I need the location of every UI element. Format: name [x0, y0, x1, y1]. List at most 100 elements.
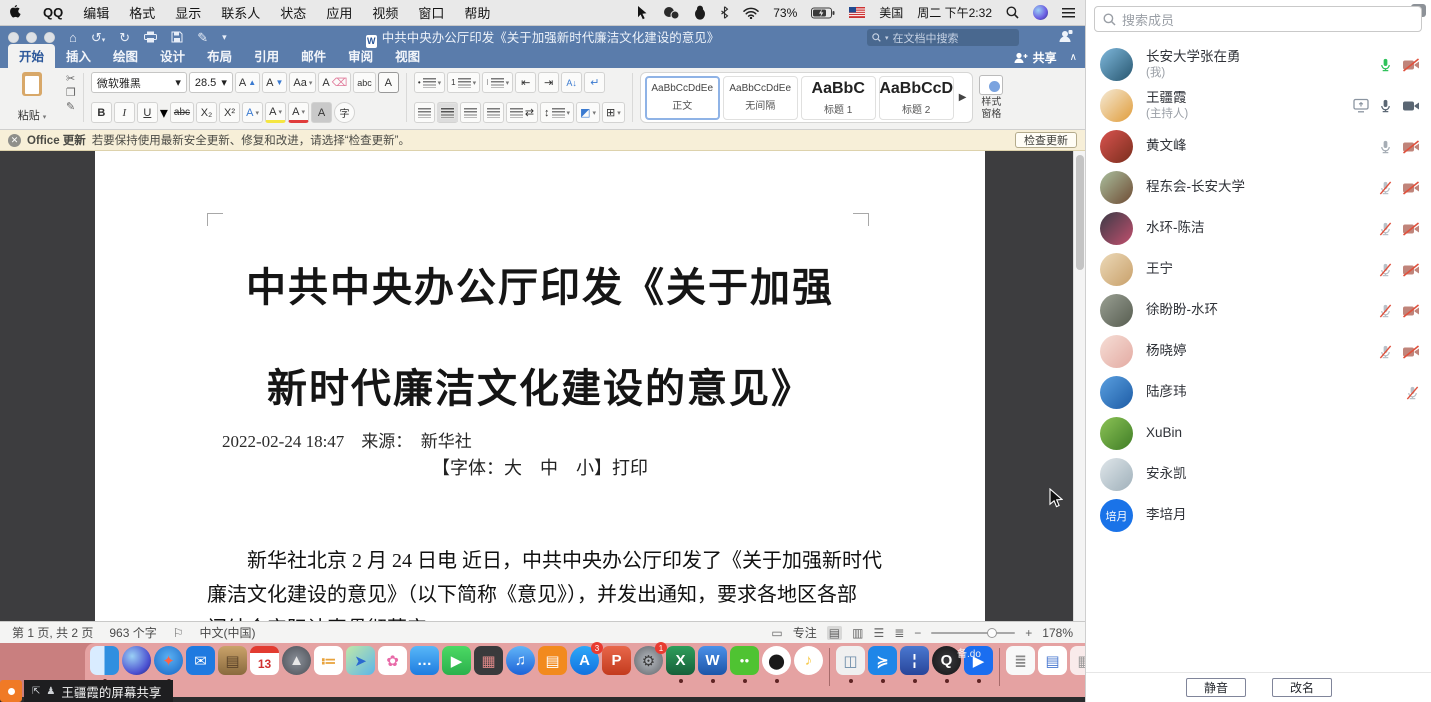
menu-item-6[interactable]: 状态 [280, 3, 306, 22]
zoom-in-icon[interactable]: + [1025, 626, 1032, 640]
shading-button[interactable]: ◩▾ [576, 102, 600, 123]
dock-item-excel[interactable]: X [666, 646, 695, 675]
check-updates-button[interactable]: 检查更新 [1015, 132, 1077, 148]
mute-button[interactable]: 静音 [1186, 678, 1246, 697]
page-indicator[interactable]: 第 1 页, 共 2 页 [12, 624, 93, 641]
align-left-button[interactable] [414, 102, 435, 123]
clear-formatting-button[interactable]: A⌫ [318, 72, 351, 93]
increase-indent-button[interactable]: ⇥ [538, 72, 559, 93]
scrollbar-thumb[interactable] [1076, 155, 1084, 270]
font-name-combo[interactable]: 微软雅黑▾ [91, 72, 187, 93]
dock-item-music[interactable]: ♫ [506, 646, 535, 675]
siri-icon[interactable] [1033, 5, 1048, 20]
input-source-label[interactable]: 美国 [879, 4, 903, 21]
font-size-combo[interactable]: 28.5▾ [189, 72, 233, 93]
underline-dropdown[interactable]: ▾ [160, 103, 168, 123]
menu-item-7[interactable]: 应用 [326, 3, 352, 22]
italic-button[interactable]: I [114, 102, 135, 123]
borders-button[interactable]: ⊞▾ [602, 102, 625, 123]
dock-item-photos[interactable]: ✿ [378, 646, 407, 675]
member-row[interactable]: 王宁 [1086, 249, 1431, 290]
zoom-slider-thumb[interactable] [987, 628, 997, 638]
member-row[interactable]: 陆彦玮 [1086, 372, 1431, 413]
outline-view-icon[interactable]: ☰ [873, 626, 884, 640]
dock-item-word[interactable]: W [698, 646, 727, 675]
character-border-button[interactable]: A [378, 72, 399, 93]
dock-item-maps[interactable]: ➤ [346, 646, 375, 675]
qq-status-icon[interactable] [694, 5, 706, 20]
member-row[interactable]: 徐盼盼-水环 [1086, 290, 1431, 331]
style-card-正文[interactable]: AaBbCcDdEe正文 [645, 76, 720, 120]
underline-button[interactable]: U [137, 102, 158, 123]
apple-menu-icon[interactable] [10, 5, 23, 20]
menu-clock[interactable]: 周二 下午2:32 [917, 4, 992, 21]
member-row[interactable]: 长安大学张在勇(我) [1086, 44, 1431, 85]
ribbon-tab-视图[interactable]: 视图 [384, 44, 431, 68]
strikethrough-button[interactable]: abc [170, 102, 194, 123]
text-effects-button[interactable]: A▾ [242, 102, 263, 123]
document-page[interactable]: 中共中央办公厅印发《关于加强 新时代廉洁文化建设的意见》 2022-02-24 … [95, 151, 985, 621]
decrease-indent-button[interactable]: ⇤ [515, 72, 536, 93]
notification-center-icon[interactable] [1062, 8, 1075, 18]
dock-item-siri[interactable] [122, 646, 151, 675]
ribbon-tab-邮件[interactable]: 邮件 [290, 44, 337, 68]
member-search-box[interactable]: 搜索成员 [1094, 6, 1422, 32]
member-row[interactable]: 培月李培月 [1086, 495, 1431, 536]
ribbon-tab-插入[interactable]: 插入 [55, 44, 102, 68]
show-paragraph-marks-button[interactable]: ↵ [584, 72, 605, 93]
menu-item-5[interactable]: 联系人 [221, 3, 260, 22]
cut-icon[interactable]: ✂ [66, 72, 76, 85]
minimize-window-button[interactable] [26, 32, 37, 43]
close-window-button[interactable] [8, 32, 19, 43]
dock-item-qq-music[interactable]: ♪ [794, 646, 823, 675]
menu-item-8[interactable]: 视频 [372, 3, 398, 22]
menu-item-10[interactable]: 帮助 [464, 3, 490, 22]
print-layout-view-icon[interactable]: ▤ [827, 626, 842, 640]
format-painter-icon[interactable]: ✎ [66, 100, 76, 113]
member-row[interactable]: 黄文峰 [1086, 126, 1431, 167]
ribbon-tab-审阅[interactable]: 审阅 [337, 44, 384, 68]
web-layout-view-icon[interactable]: ▥ [852, 626, 863, 640]
bullets-button[interactable]: •▾ [414, 72, 445, 93]
multilevel-list-button[interactable]: ⁝▾ [482, 72, 513, 93]
ribbon-tab-绘图[interactable]: 绘图 [102, 44, 149, 68]
undo-icon[interactable]: ↺▾ [91, 31, 105, 44]
style-card-标题 2[interactable]: AaBbCcD标题 2 [879, 76, 954, 120]
draft-view-icon[interactable]: ≣ [894, 626, 904, 640]
member-row[interactable]: XuBin [1086, 413, 1431, 454]
phonetic-guide-button[interactable]: abc [353, 72, 376, 93]
justify-button[interactable] [483, 102, 504, 123]
shrink-font-button[interactable]: A▼ [262, 72, 287, 93]
highlight-button[interactable]: A▾ [265, 102, 286, 123]
dock-item-facetime[interactable]: ▶ [442, 646, 471, 675]
change-case-button[interactable]: Aa▾ [289, 72, 316, 93]
pointer-icon[interactable] [636, 5, 649, 20]
ribbon-tab-布局[interactable]: 布局 [196, 44, 243, 68]
align-right-button[interactable] [460, 102, 481, 123]
dock-item-finder[interactable] [90, 646, 119, 675]
dock-item-messages[interactable]: … [410, 646, 439, 675]
copy-icon[interactable]: ❐ [66, 86, 76, 99]
style-pane-button[interactable]: 样式 窗格 [979, 72, 1003, 123]
dock-item-preview[interactable]: ◫ [836, 646, 865, 675]
bold-button[interactable]: B [91, 102, 112, 123]
input-source-flag-icon[interactable] [849, 7, 865, 18]
word-count[interactable]: 963 个字 [109, 624, 156, 641]
member-row[interactable]: 安永凯 [1086, 454, 1431, 495]
bluetooth-icon[interactable] [720, 6, 729, 19]
sort-button[interactable]: A↓ [561, 72, 582, 93]
document-search-box[interactable]: ▾ 在文档中搜索 [867, 29, 1019, 46]
dock-item-reminders[interactable]: ≔ [314, 646, 343, 675]
dock-item-system-preferences[interactable]: ⚙1 [634, 646, 663, 675]
dock-item-calendar[interactable]: 13 [250, 646, 279, 675]
spotlight-search-icon[interactable] [1006, 6, 1019, 19]
dock-item-safari[interactable]: ✦ [154, 646, 183, 675]
dock-item-thunder[interactable]: ≽ [868, 646, 897, 675]
print-icon[interactable] [144, 31, 157, 45]
home-icon[interactable]: ⌂ [69, 31, 77, 44]
subscript-button[interactable]: X₂ [196, 102, 217, 123]
dock-item-appstore[interactable]: A3 [570, 646, 599, 675]
dock-item-photobooth[interactable]: ▦ [474, 646, 503, 675]
ribbon-tab-开始[interactable]: 开始 [8, 44, 55, 68]
member-list[interactable]: 长安大学张在勇(我)王疆霞(主持人)黄文峰程东会-长安大学水环-陈洁王宁徐盼盼-… [1086, 44, 1431, 670]
